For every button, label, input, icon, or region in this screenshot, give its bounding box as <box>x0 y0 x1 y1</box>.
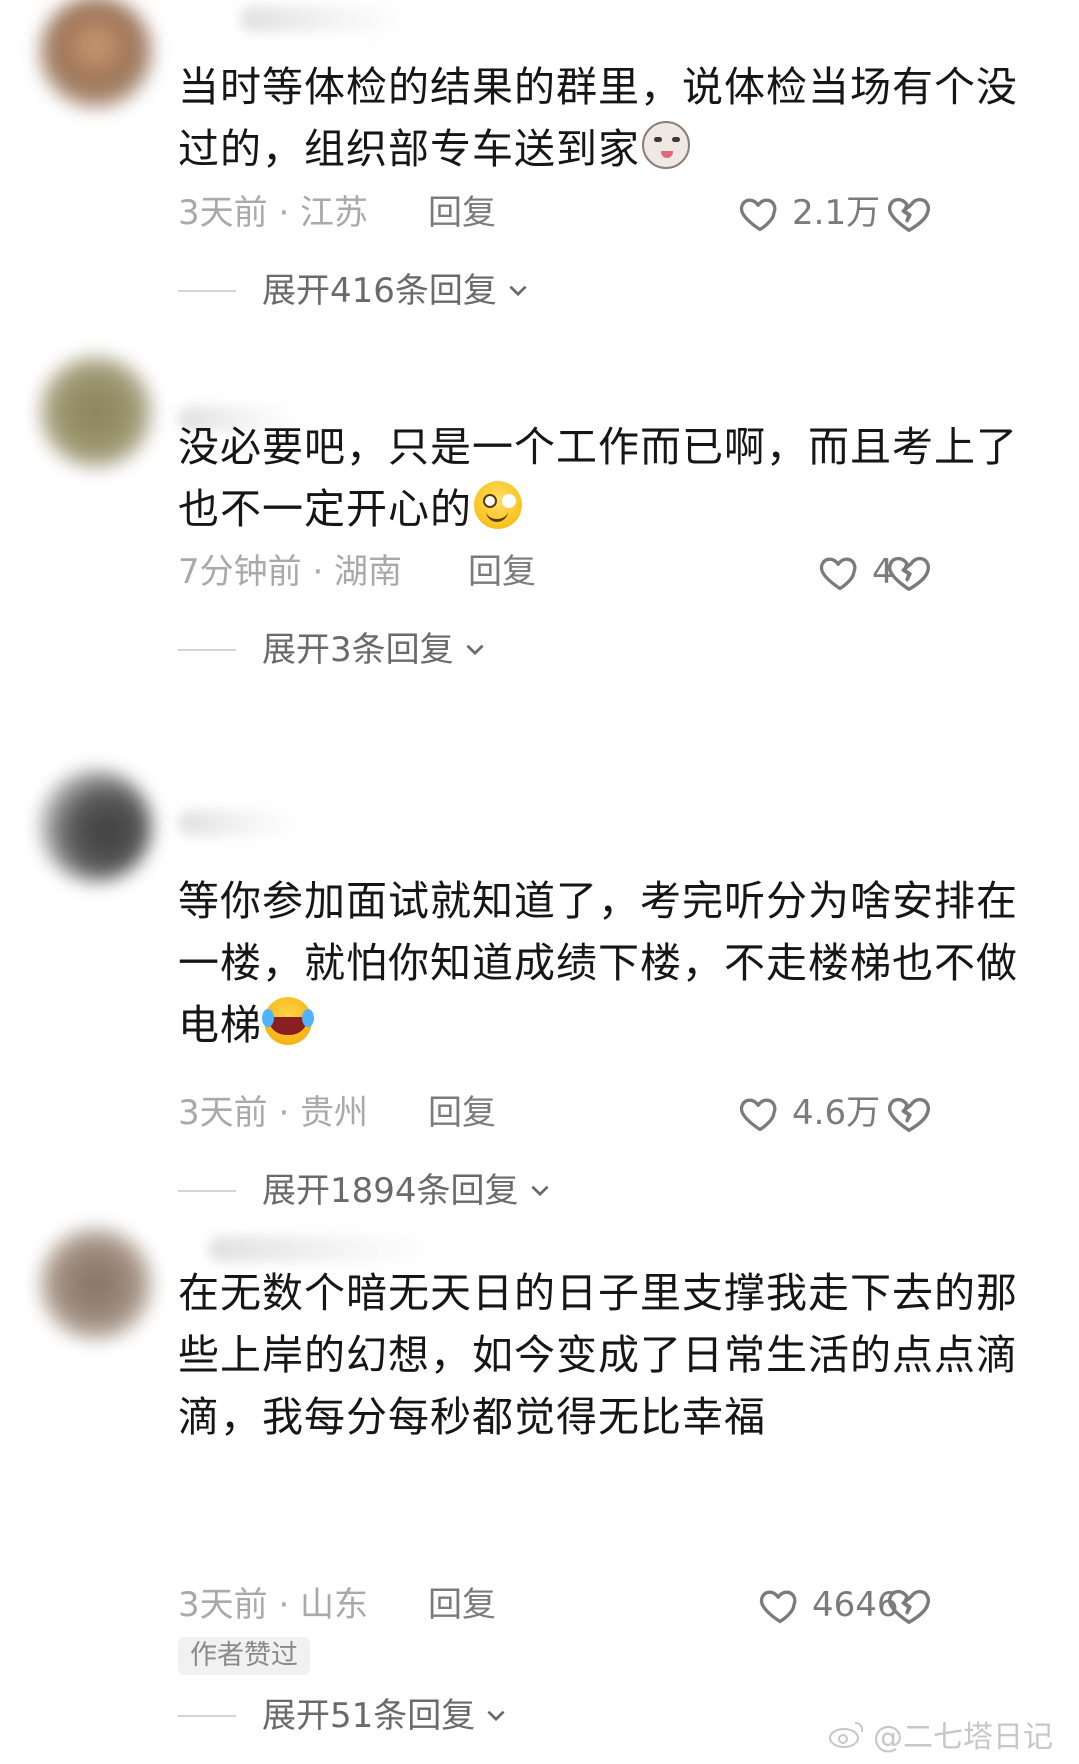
divider <box>178 290 236 292</box>
laugh-cry-emoji-icon <box>262 997 312 1045</box>
weibo-logo-icon <box>829 1722 864 1748</box>
time-location: 3天前 · 山东 <box>178 1585 369 1625</box>
avatar[interactable] <box>40 770 152 882</box>
username-blurred[interactable] <box>240 6 410 32</box>
divider <box>178 1190 236 1192</box>
comment-meta: 3天前 · 江苏 回复 2.1万 <box>178 188 1038 238</box>
expand-replies[interactable]: 展开3条回复 <box>178 625 488 675</box>
comment-text: 等你参加面试就知道了，考完听分为啥安排在一楼，就怕你知道成绩下楼，不走楼梯也不做… <box>178 877 1018 1049</box>
like-button[interactable]: 2.1万 <box>738 188 880 238</box>
expand-replies[interactable]: 展开1894条回复 <box>178 1166 553 1216</box>
divider <box>178 1715 236 1717</box>
time-location: 3天前 · 江苏 <box>178 193 369 233</box>
expand-replies-label: 展开416条回复 <box>262 271 497 311</box>
broken-heart-icon[interactable] <box>886 1090 932 1136</box>
chevron-down-icon <box>487 1710 505 1722</box>
heart-icon <box>819 557 857 591</box>
grin-emoji-icon <box>474 481 522 529</box>
time-location: 7分钟前 · 湖南 <box>178 552 403 592</box>
comment-text: 当时等体检的结果的群里，说体检当场有个没过的，组织部专车送到家 <box>178 63 1018 173</box>
username-blurred[interactable] <box>178 810 298 836</box>
comment-meta: 3天前 · 山东 回复 4646 <box>178 1580 1038 1630</box>
expand-replies[interactable]: 展开51条回复 <box>178 1691 509 1741</box>
chevron-down-icon <box>530 1185 549 1197</box>
author-liked-badge: 作者赞过 <box>178 1637 310 1675</box>
chevron-down-icon <box>509 285 527 297</box>
reply-button[interactable]: 回复 <box>428 1580 496 1630</box>
comment-text: 没必要吧，只是一个工作而已啊，而且考上了也不一定开心的 <box>178 423 1018 533</box>
like-button[interactable]: 4646 <box>758 1580 899 1630</box>
watermark-text: @二七塔日记 <box>873 1720 1053 1755</box>
comment-text: 在无数个暗无天日的日子里支撑我走下去的那些上岸的幻想，如今变成了日常生活的点点滴… <box>178 1269 1018 1441</box>
heart-icon <box>739 198 777 232</box>
divider <box>178 649 236 651</box>
comment-meta: 7分钟前 · 湖南 回复 4 <box>178 547 1038 597</box>
time-location: 3天前 · 贵州 <box>178 1093 369 1133</box>
like-button[interactable]: 4.6万 <box>738 1088 880 1138</box>
comment-meta: 3天前 · 贵州 回复 4.6万 <box>178 1088 1038 1138</box>
broken-heart-icon[interactable] <box>886 190 932 236</box>
chevron-down-icon <box>466 644 484 656</box>
reply-button[interactable]: 回复 <box>428 188 496 238</box>
heart-icon <box>759 1590 797 1624</box>
expand-replies[interactable]: 展开416条回复 <box>178 266 531 316</box>
like-count: 2.1万 <box>792 193 881 233</box>
expand-replies-label: 展开51条回复 <box>262 1696 476 1736</box>
avatar[interactable] <box>40 0 152 108</box>
avatar[interactable] <box>40 356 152 468</box>
expand-replies-label: 展开3条回复 <box>262 630 454 670</box>
reply-button[interactable]: 回复 <box>428 1088 496 1138</box>
cat-face-emoji-icon <box>642 121 690 169</box>
expand-replies-label: 展开1894条回复 <box>262 1171 519 1211</box>
heart-icon <box>739 1098 777 1132</box>
like-button[interactable]: 4 <box>818 547 894 597</box>
avatar[interactable] <box>40 1228 152 1340</box>
reply-button[interactable]: 回复 <box>468 547 536 597</box>
broken-heart-icon[interactable] <box>886 549 932 595</box>
username-blurred[interactable] <box>208 1236 438 1262</box>
like-count: 4.6万 <box>792 1093 881 1133</box>
watermark: @二七塔日记 <box>827 1712 1053 1756</box>
broken-heart-icon[interactable] <box>886 1582 932 1628</box>
